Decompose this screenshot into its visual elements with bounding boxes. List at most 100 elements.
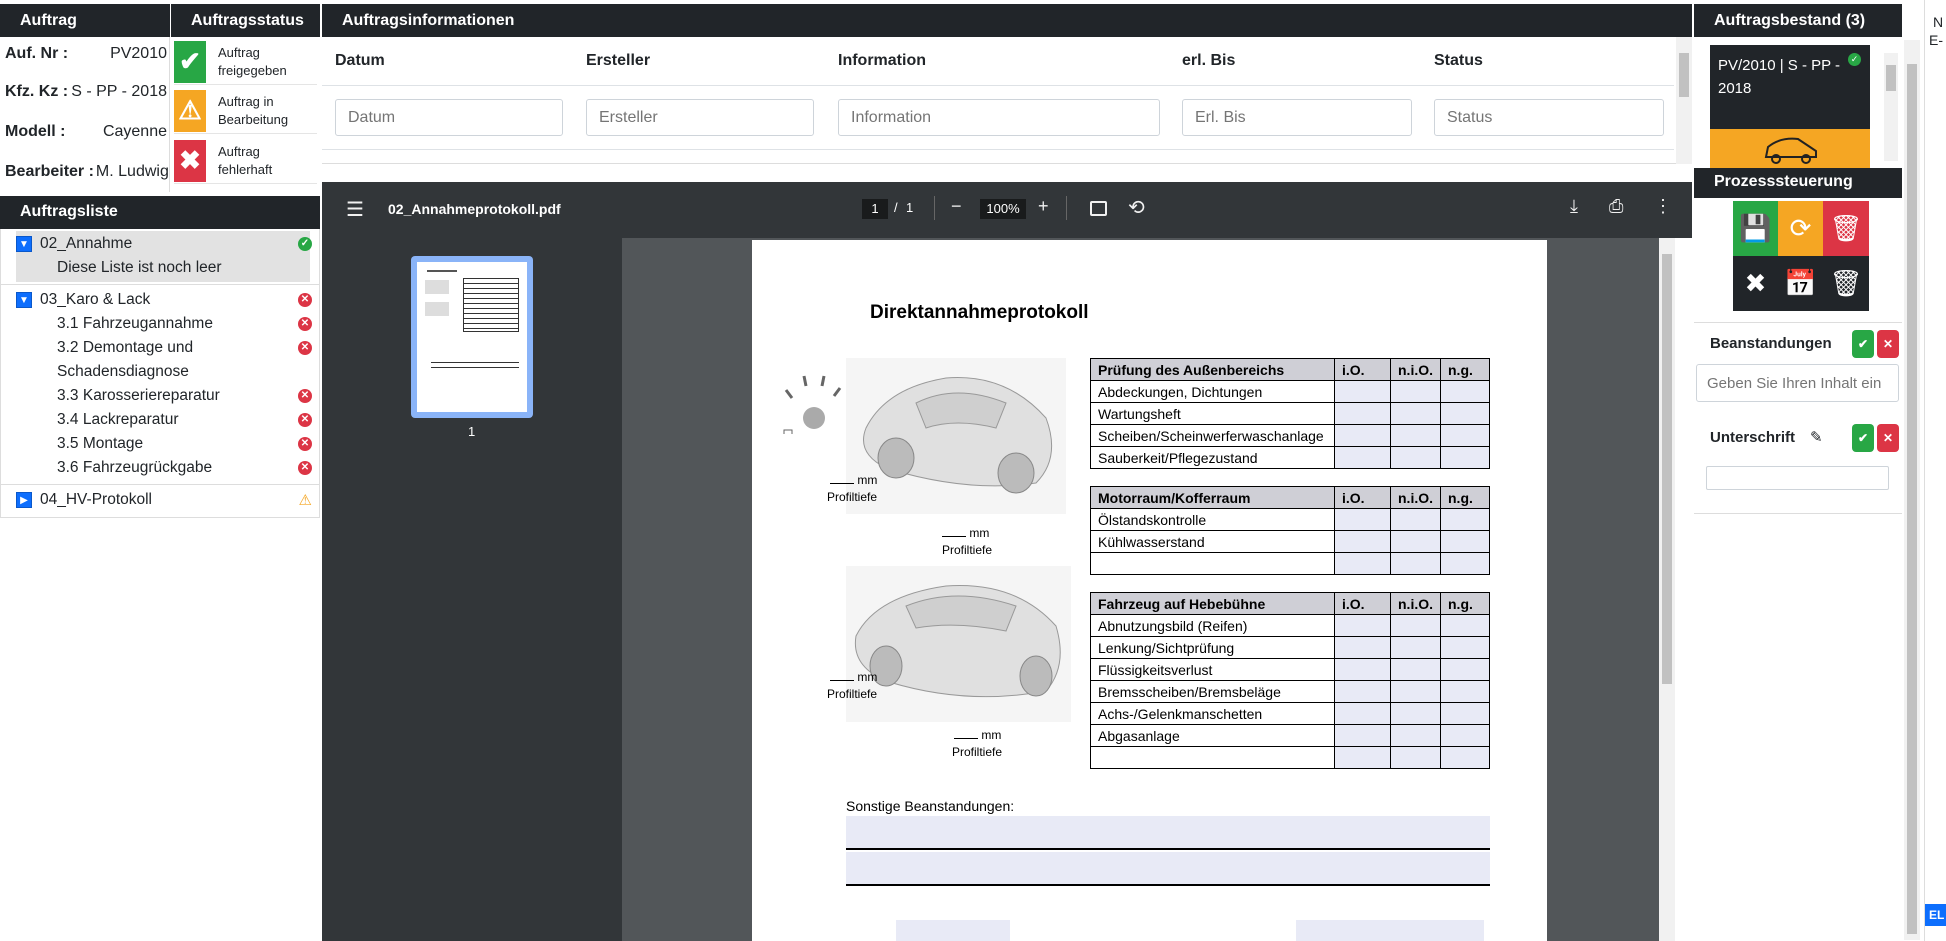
check-cell[interactable] bbox=[1440, 508, 1490, 531]
check-cell[interactable] bbox=[1334, 680, 1391, 703]
check-cell[interactable] bbox=[1390, 424, 1441, 447]
unterschrift-accept-button[interactable]: ✔ bbox=[1852, 424, 1874, 452]
check-cell[interactable] bbox=[1390, 530, 1441, 553]
check-cell[interactable] bbox=[1334, 552, 1391, 575]
check-cell[interactable] bbox=[1334, 658, 1391, 681]
check-cell[interactable] bbox=[1440, 552, 1490, 575]
bestand-scrollbar[interactable] bbox=[1884, 53, 1898, 161]
erl-bis-input[interactable] bbox=[1182, 99, 1412, 136]
refresh-button[interactable]: ⟳ bbox=[1778, 201, 1823, 256]
check-cell[interactable] bbox=[1334, 724, 1391, 747]
check-cell[interactable] bbox=[1334, 702, 1391, 725]
signature-field[interactable] bbox=[896, 920, 1010, 941]
tree-subitem[interactable]: 3.2 Demontage und ✕ bbox=[57, 339, 312, 357]
check-cell[interactable] bbox=[1334, 508, 1391, 531]
edge-badge[interactable]: EL bbox=[1925, 904, 1946, 926]
check-cell[interactable] bbox=[1334, 446, 1391, 469]
status-input[interactable] bbox=[1434, 99, 1664, 136]
check-cell[interactable] bbox=[1334, 530, 1391, 553]
check-cell[interactable] bbox=[1440, 746, 1490, 769]
pdf-scrollbar[interactable] bbox=[1659, 238, 1675, 941]
page-number-input[interactable]: 1 bbox=[862, 199, 888, 219]
check-cell[interactable] bbox=[1390, 446, 1441, 469]
check-cell[interactable] bbox=[1390, 508, 1441, 531]
check-cell[interactable] bbox=[1334, 424, 1391, 447]
tree-subitem[interactable]: 3.3 Karosseriereparatur ✕ bbox=[57, 387, 312, 405]
tree-subitem[interactable]: 3.5 Montage ✕ bbox=[57, 435, 312, 453]
check-cell[interactable] bbox=[1390, 724, 1441, 747]
zoom-out-icon[interactable]: − bbox=[951, 196, 962, 217]
check-cell[interactable] bbox=[1390, 702, 1441, 725]
beanstandungen-input[interactable] bbox=[1696, 364, 1899, 402]
check-cell[interactable] bbox=[1334, 636, 1391, 659]
delete-button[interactable]: 🗑 bbox=[1823, 201, 1869, 256]
delete-dark-button[interactable]: 🗑 bbox=[1823, 256, 1869, 311]
check-cell[interactable] bbox=[1440, 724, 1490, 747]
print-icon[interactable]: ⎙ bbox=[1609, 196, 1623, 217]
calendar-button[interactable]: 📅 bbox=[1778, 256, 1823, 311]
menu-icon[interactable]: ☰ bbox=[346, 197, 364, 222]
rotate-icon[interactable]: ⟲ bbox=[1128, 195, 1145, 220]
cancel-button[interactable]: ✖ bbox=[1733, 256, 1778, 311]
tree-subitem[interactable]: 3.4 Lackreparatur ✕ bbox=[57, 411, 312, 429]
sonstige-field-1[interactable] bbox=[846, 816, 1490, 850]
check-cell[interactable] bbox=[1440, 702, 1490, 725]
check-cell[interactable] bbox=[1390, 614, 1441, 637]
check-cell[interactable] bbox=[1440, 380, 1490, 403]
tree-item-karo-lack[interactable]: ▼ 03_Karo & Lack ✕ bbox=[16, 291, 312, 309]
check-cell[interactable] bbox=[1440, 680, 1490, 703]
beanstandungen-reject-button[interactable]: ✕ bbox=[1877, 330, 1899, 358]
beanstandungen-accept-button[interactable]: ✔ bbox=[1852, 330, 1874, 358]
check-cell[interactable] bbox=[1334, 614, 1391, 637]
row-label: Lenkung/Sichtprüfung bbox=[1090, 636, 1335, 659]
check-cell[interactable] bbox=[1440, 530, 1490, 553]
check-cell[interactable] bbox=[1440, 424, 1490, 447]
zoom-in-icon[interactable]: + bbox=[1038, 196, 1049, 217]
tree-subitem[interactable]: 3.6 Fahrzeugrückgabe ✕ bbox=[57, 459, 312, 477]
information-input[interactable] bbox=[838, 99, 1160, 136]
tree-subitem[interactable]: 3.1 Fahrzeugannahme ✕ bbox=[57, 315, 312, 333]
edit-icon[interactable]: ✎ bbox=[1810, 428, 1823, 446]
save-button[interactable]: 💾 bbox=[1733, 201, 1778, 256]
status-bearbeitung[interactable]: ⚠ Auftrag in Bearbeitung bbox=[174, 88, 317, 134]
unterschrift-reject-button[interactable]: ✕ bbox=[1877, 424, 1899, 452]
more-options-icon[interactable]: ⋮ bbox=[1654, 196, 1672, 217]
check-cell[interactable] bbox=[1440, 614, 1490, 637]
profiltiefe-label: Profiltiefe bbox=[827, 687, 878, 701]
check-cell[interactable] bbox=[1334, 380, 1391, 403]
page-scrollbar[interactable] bbox=[1904, 40, 1920, 940]
check-cell[interactable] bbox=[1334, 402, 1391, 425]
info-scrollbar[interactable] bbox=[1676, 37, 1692, 164]
check-cell[interactable] bbox=[1390, 636, 1441, 659]
tree-item-annahme[interactable]: ▼ 02_Annahme ✓ bbox=[16, 235, 312, 253]
caret-down-icon[interactable]: ▼ bbox=[16, 236, 32, 252]
order-card[interactable]: PV/2010 | S - PP - 2018 ✓ bbox=[1710, 45, 1870, 169]
mm-label: mm bbox=[830, 473, 877, 487]
download-icon[interactable]: ⤓ bbox=[1570, 196, 1578, 217]
ersteller-input[interactable] bbox=[586, 99, 814, 136]
signature-canvas[interactable] bbox=[1706, 466, 1889, 490]
check-cell[interactable] bbox=[1440, 402, 1490, 425]
table-row: Lenkung/Sichtprüfung bbox=[1090, 636, 1490, 659]
sonstige-field-2[interactable] bbox=[846, 852, 1490, 886]
check-cell[interactable] bbox=[1334, 746, 1391, 769]
check-cell[interactable] bbox=[1390, 380, 1441, 403]
check-cell[interactable] bbox=[1390, 402, 1441, 425]
check-cell[interactable] bbox=[1440, 446, 1490, 469]
signature-field[interactable] bbox=[1296, 920, 1484, 941]
check-cell[interactable] bbox=[1390, 658, 1441, 681]
check-cell[interactable] bbox=[1390, 680, 1441, 703]
check-cell[interactable] bbox=[1440, 636, 1490, 659]
check-cell[interactable] bbox=[1440, 658, 1490, 681]
check-cell[interactable] bbox=[1390, 552, 1441, 575]
caret-down-icon[interactable]: ▼ bbox=[16, 292, 32, 308]
check-cell[interactable] bbox=[1390, 746, 1441, 769]
tree-item-hv-protokoll[interactable]: ▶ 04_HV-Protokoll ⚠ bbox=[16, 491, 312, 509]
caret-right-icon[interactable]: ▶ bbox=[16, 492, 32, 508]
status-fehlerhaft[interactable]: ✖ Auftrag fehlerhaft bbox=[174, 138, 317, 184]
zoom-level[interactable]: 100% bbox=[980, 199, 1026, 219]
page-thumbnail[interactable] bbox=[411, 256, 533, 418]
fit-page-icon[interactable] bbox=[1090, 201, 1107, 216]
datum-input[interactable] bbox=[335, 99, 563, 136]
status-freigegeben[interactable]: ✔ Auftrag freigegeben bbox=[174, 39, 317, 85]
